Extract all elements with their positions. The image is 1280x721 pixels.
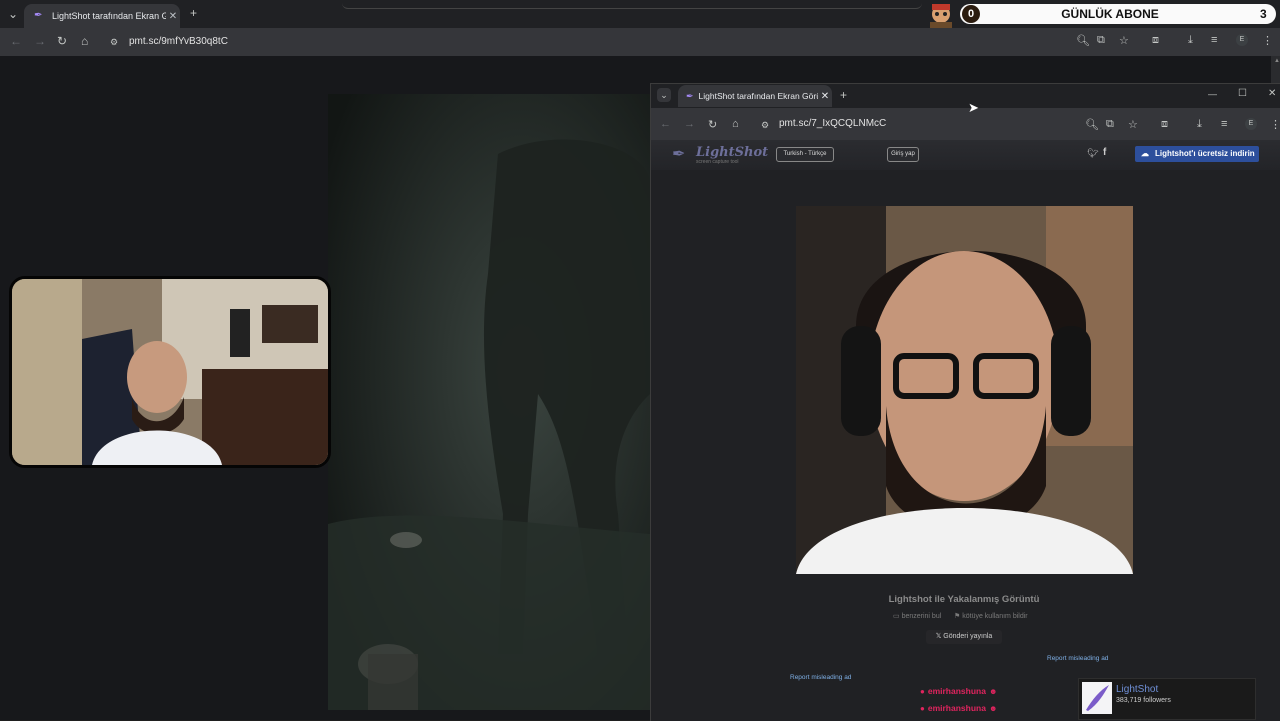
profile-avatar[interactable]: E: [1236, 34, 1248, 46]
lightshot-card-followers: 383,719 followers: [1116, 697, 1171, 704]
back-omnibox[interactable]: [104, 32, 1144, 52]
lightshot-feather-icon: ✒: [34, 10, 43, 21]
emote-icon: ☻: [988, 686, 998, 696]
lightshot-logo-subtitle: screen capture tool: [696, 159, 739, 165]
front-back-arrow-icon[interactable]: ←: [660, 118, 671, 130]
mouse-pointer-icon: ➤: [968, 100, 979, 115]
reading-list-icon[interactable]: ≡: [1211, 34, 1217, 46]
front-home-icon[interactable]: ⌂: [732, 118, 739, 130]
front-forward-arrow-icon[interactable]: →: [684, 118, 695, 130]
user-badge-icon: ●: [920, 686, 925, 696]
front-browser-tab[interactable]: ✒ LightShot tarafından Ekran Görü ✕: [678, 85, 832, 107]
home-icon[interactable]: ⌂: [81, 34, 88, 48]
front-extensions-icon[interactable]: ⧈: [1161, 118, 1168, 131]
flag-icon: ⚑: [954, 613, 961, 620]
captured-screenshot-image: [796, 206, 1133, 574]
report-misleading-ad-link[interactable]: Report misleading ad: [1047, 655, 1108, 662]
screenshot-image-game-scene: [328, 94, 650, 710]
bookmark-star-icon[interactable]: ☆: [1119, 34, 1129, 47]
front-install-app-icon[interactable]: ⧉: [1106, 118, 1114, 131]
front-tab-title: LightShot tarafından Ekran Görü: [698, 91, 818, 101]
mascot-icon: [924, 2, 958, 28]
extensions-icon[interactable]: ⧈: [1152, 34, 1159, 47]
webcam-overlay: [9, 276, 331, 468]
lightshot-feather-logo-icon: ✒: [672, 146, 686, 163]
front-menu-icon[interactable]: ⋮: [1270, 118, 1280, 131]
menu-icon[interactable]: ⋮: [1262, 34, 1273, 47]
subscriber-current-count: 0: [962, 5, 980, 23]
subscriber-label: GÜNLÜK ABONE: [1061, 7, 1159, 21]
report-abuse-label: kötüye kullanım bildir: [962, 613, 1028, 620]
find-similar-label: benzerini bul: [901, 613, 942, 620]
chat-message: ● emirhanshuna ☻: [920, 686, 997, 696]
front-new-tab-button[interactable]: +: [840, 88, 847, 102]
facebook-icon[interactable]: f: [1103, 147, 1106, 158]
download-icon[interactable]: ⤓: [1188, 34, 1193, 47]
download-lightshot-label: Lightshot'ı ücretsiz indirin: [1155, 149, 1255, 158]
download-cloud-icon: ☁: [1141, 149, 1149, 158]
front-tab-list-chevron-down-icon[interactable]: ⌄: [657, 88, 671, 102]
report-abuse-link[interactable]: ⚑ kötüye kullanım bildir: [954, 612, 1028, 620]
front-tab-close-icon[interactable]: ✕: [818, 91, 832, 102]
chat-username: emirhanshuna: [927, 686, 986, 696]
twitter-icon[interactable]: 🐦︎: [1087, 148, 1098, 159]
lightshot-card-logo-icon: [1082, 682, 1112, 714]
chat-username: emirhanshuna: [927, 703, 986, 713]
front-url-text[interactable]: pmt.sc/7_IxQCQLNMcC: [779, 118, 886, 129]
install-app-icon[interactable]: ⧉: [1097, 34, 1105, 47]
maximize-button[interactable]: ☐: [1238, 88, 1247, 99]
front-profile-avatar[interactable]: E: [1245, 118, 1257, 130]
back-url-text[interactable]: pmt.sc/9mfYvB30q8tC: [129, 36, 228, 47]
forward-arrow-icon[interactable]: →: [34, 34, 46, 48]
back-arrow-icon[interactable]: ←: [10, 34, 22, 48]
back-browser-tab[interactable]: ✒ LightShot tarafından Ekran Görü ✕: [24, 4, 180, 28]
lightshot-logo[interactable]: LightShot: [696, 145, 768, 160]
subscriber-goal-count: 3: [1260, 7, 1267, 21]
front-reload-icon[interactable]: ↻: [708, 118, 717, 131]
find-similar-link[interactable]: ▭ benzerini bul: [893, 612, 941, 620]
front-download-icon[interactable]: ⤓: [1197, 118, 1202, 131]
site-info-icon[interactable]: ⚙: [110, 37, 118, 48]
back-tab-title: LightShot tarafından Ekran Görü: [52, 11, 166, 21]
window-close-button[interactable]: ✕: [1268, 88, 1276, 99]
front-site-info-icon[interactable]: ⚙: [761, 120, 769, 131]
tab-list-chevron-down-icon[interactable]: ⌄: [8, 7, 18, 21]
share-on-x-button[interactable]: 𝕏 Gönderi yayınla: [926, 630, 1002, 644]
back-new-tab-button[interactable]: +: [190, 6, 197, 20]
minimize-button[interactable]: —: [1208, 89, 1217, 99]
back-window-edge: [342, 0, 922, 9]
screenshot-caption: Lightshot ile Yakalanmış Görüntü: [888, 594, 1040, 605]
emote-icon: ☻: [988, 703, 998, 713]
reload-icon[interactable]: ↻: [57, 34, 67, 48]
login-button[interactable]: Giriş yap: [887, 147, 919, 162]
front-zoom-icon[interactable]: 🔍︎: [1085, 118, 1099, 131]
front-bookmark-star-icon[interactable]: ☆: [1128, 118, 1138, 131]
back-tab-close-icon[interactable]: ✕: [166, 11, 180, 22]
language-select[interactable]: Turkish - Türkçe: [776, 147, 834, 162]
lightshot-feather-icon: ✒: [686, 90, 694, 101]
chat-message: ● emirhanshuna ☻: [920, 703, 997, 713]
lightshot-card-name[interactable]: LightShot: [1116, 684, 1158, 695]
download-lightshot-button[interactable]: ☁ Lightshot'ı ücretsiz indirin: [1135, 146, 1259, 162]
report-misleading-ad-link[interactable]: Report misleading ad: [790, 674, 851, 681]
front-reading-list-icon[interactable]: ≡: [1221, 118, 1227, 130]
image-icon: ▭: [893, 613, 900, 620]
zoom-icon[interactable]: 🔍︎: [1076, 34, 1090, 47]
user-badge-icon: ●: [920, 703, 925, 713]
